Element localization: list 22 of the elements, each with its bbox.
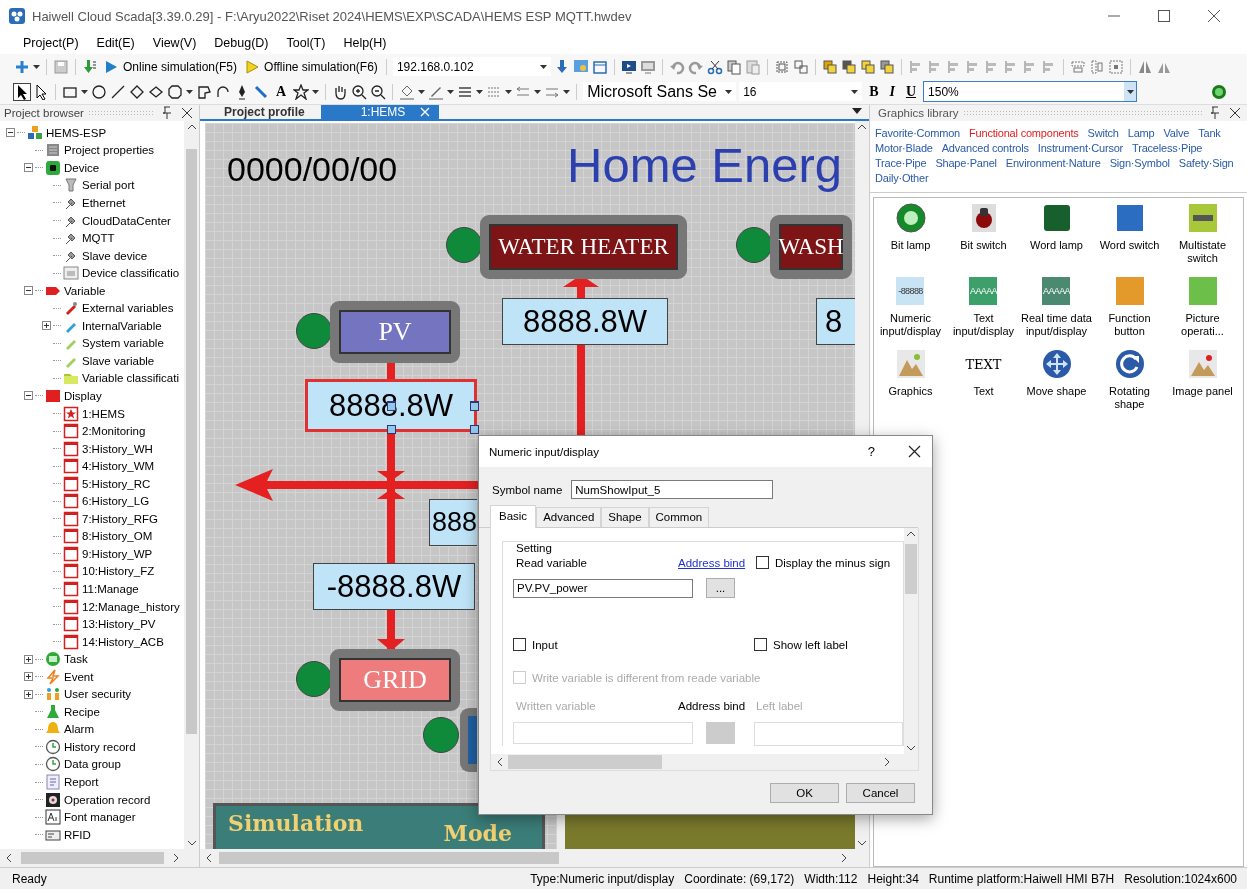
field-label: Symbol name (492, 483, 563, 496)
panel-title: Project browser (4, 107, 84, 119)
page-title: Home Energ (567, 137, 843, 193)
field-label: Left label (756, 700, 803, 712)
field-label: Written variable (515, 700, 597, 712)
panel-title: Simulation (228, 810, 364, 838)
date-display: 0000/00/00 (227, 150, 398, 189)
mode-label: Mode (443, 820, 512, 848)
status-text: Height:34 (867, 871, 919, 886)
status-text: Runtime platform:Haiwell HMI B7H (928, 871, 1115, 886)
dialog-title: Numeric input/display (489, 445, 599, 458)
status-text: Ready (12, 871, 47, 886)
text-tool-icon: TEXT (965, 348, 1002, 380)
status-text: Resolution:1024x600 (1124, 871, 1237, 886)
panel-title: Graphics library (878, 107, 959, 119)
field-label: Address bind (678, 700, 747, 712)
status-text: Width:112 (804, 871, 858, 886)
group-label: Setting (513, 542, 555, 554)
window-title: Haiwell Cloud Scada[3.39.0.29] - F:\Aryu2022\Riset 2024\HEMS\EXP\SCADA\HEMS ESP MQTT.hwdev (32, 8, 632, 24)
field-label: Read variable (515, 556, 588, 569)
status-text: Coordinate: (69,172) (684, 871, 795, 886)
status-text: Type:Numeric input/display (530, 871, 675, 886)
